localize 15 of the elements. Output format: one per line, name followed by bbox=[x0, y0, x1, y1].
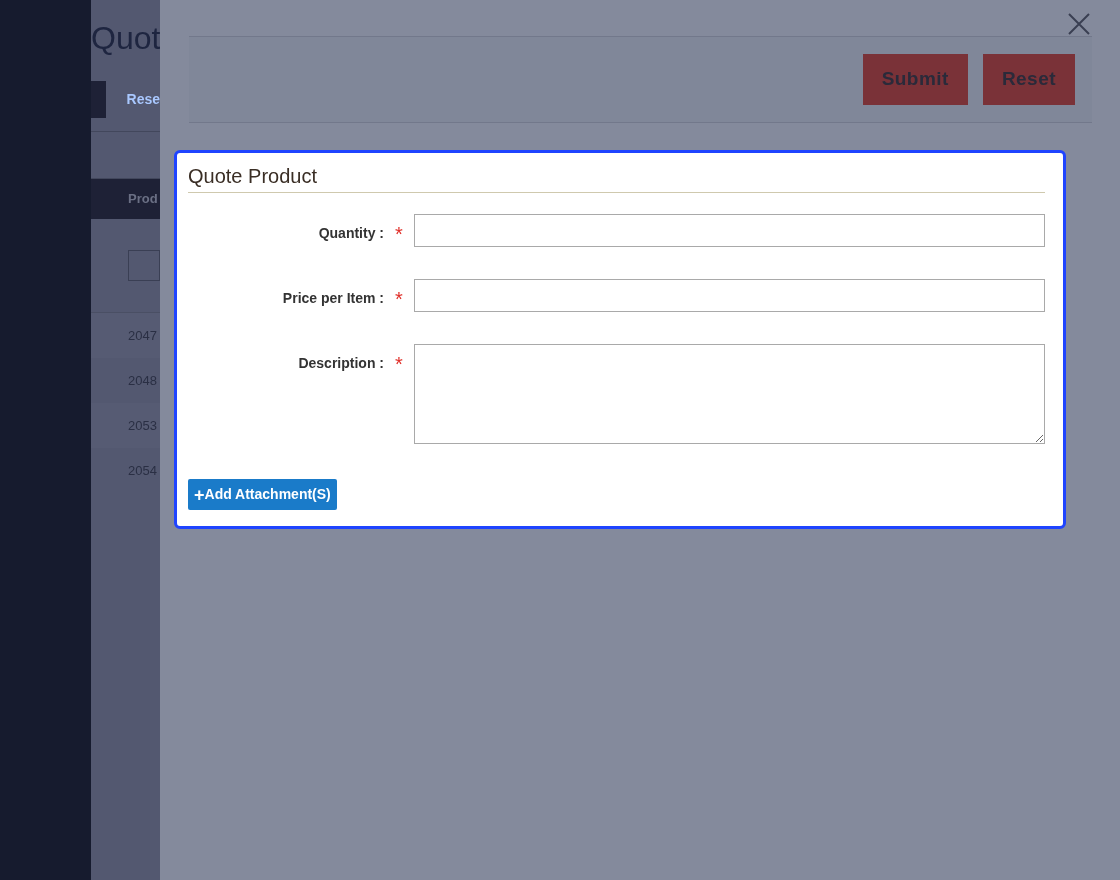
add-attachment-button[interactable]: +Add Attachment(S) bbox=[188, 479, 337, 510]
field-label: Price per Item : bbox=[282, 289, 384, 308]
field-label: Quantity : bbox=[318, 224, 384, 243]
column-header: Prod bbox=[128, 190, 158, 209]
close-icon[interactable] bbox=[1067, 12, 1091, 36]
field-label: Description : bbox=[298, 354, 384, 373]
description-field[interactable] bbox=[414, 344, 1045, 444]
required-mark: * bbox=[394, 287, 404, 309]
text-link[interactable]: Rese bbox=[126, 89, 160, 110]
input-field[interactable] bbox=[414, 279, 1045, 312]
required-mark: * bbox=[394, 222, 404, 244]
input-field[interactable] bbox=[414, 214, 1045, 247]
filter-input[interactable] bbox=[128, 250, 160, 281]
required-mark: * bbox=[394, 352, 404, 374]
dialog-title: Quote Product bbox=[188, 161, 1045, 193]
